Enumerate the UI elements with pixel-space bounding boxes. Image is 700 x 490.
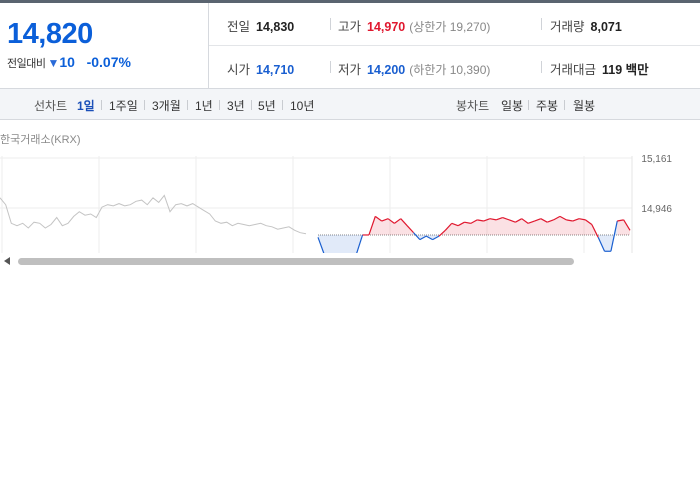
- stat-open: 시가 14,710: [227, 63, 295, 77]
- area-up: [489, 218, 497, 235]
- divider: [219, 100, 220, 110]
- area-down: [337, 234, 344, 255]
- chart-scrollbar[interactable]: [0, 253, 700, 269]
- area-up: [464, 222, 471, 235]
- tab-10-years[interactable]: 10년: [290, 97, 314, 114]
- change-value: 10: [59, 54, 75, 70]
- area-down: [349, 234, 357, 255]
- history-series: [0, 194, 307, 235]
- candle-chart-label: 봉차트: [456, 99, 490, 113]
- tab-3-months[interactable]: 3개월: [152, 97, 181, 114]
- price-box: 14,820 전일대비 ▼10 -0.07%: [0, 3, 209, 88]
- area-up: [579, 218, 586, 235]
- area-down: [343, 234, 350, 255]
- area-up: [617, 219, 624, 235]
- divider: [282, 100, 283, 110]
- stats-row-2: 시가 14,710 저가 14,200 (하한가 10,390) 거래대금 119 백만: [209, 46, 700, 88]
- scrollbar-thumb[interactable]: [18, 258, 574, 265]
- price-chart[interactable]: 15,161 14,946: [0, 120, 700, 270]
- history-line: [0, 194, 307, 235]
- scroll-left-arrow-icon[interactable]: [4, 257, 10, 265]
- current-price: 14,820: [7, 18, 93, 50]
- tab-daily-candle[interactable]: 일봉: [501, 97, 523, 114]
- area-down: [324, 234, 331, 255]
- area-up: [400, 218, 408, 235]
- area-up: [502, 217, 510, 235]
- divider: [144, 100, 145, 110]
- divider: [528, 100, 529, 110]
- divider: [101, 100, 102, 110]
- divider: [251, 100, 252, 110]
- divider: [564, 100, 565, 110]
- tab-1-day[interactable]: 1일: [77, 97, 95, 114]
- divider: [187, 100, 188, 110]
- down-arrow-icon: ▼: [47, 56, 60, 70]
- change-rate: -0.07%: [86, 54, 131, 70]
- y-tick-label: 14,946: [641, 204, 672, 215]
- tab-weekly-candle[interactable]: 주봉: [536, 97, 558, 114]
- y-axis-labels: 15,161 14,946: [641, 154, 672, 215]
- tab-3-years[interactable]: 3년: [227, 97, 245, 114]
- change-info: 전일대비 ▼10 -0.07%: [7, 54, 131, 71]
- area-down: [330, 234, 338, 255]
- tab-1-year[interactable]: 1년: [195, 97, 213, 114]
- tab-monthly-candle[interactable]: 월봉: [573, 97, 595, 114]
- divider: [330, 61, 331, 73]
- y-tick-label: 15,161: [641, 154, 672, 165]
- stat-prev-close: 전일 14,830: [227, 20, 295, 34]
- stats-row-1: 전일 14,830 고가 14,970 (상한가 19,270) 거래량 8,071: [209, 3, 700, 46]
- divider: [541, 61, 542, 73]
- stat-high: 고가 14,970 (상한가 19,270): [338, 20, 491, 34]
- compare-label: 전일대비: [7, 58, 46, 70]
- today-series: [317, 215, 631, 256]
- area-up: [496, 217, 503, 235]
- stat-volume: 거래량 8,071: [550, 20, 622, 34]
- quote-summary-panel: 14,820 전일대비 ▼10 -0.07% 전일 14,830 고가 14,970(…: [0, 3, 700, 89]
- tab-1-week[interactable]: 1주일: [109, 97, 138, 114]
- area-up: [477, 219, 484, 235]
- stat-amount: 거래대금 119 백만: [550, 63, 649, 77]
- divider: [330, 18, 331, 30]
- stat-low: 저가 14,200 (하한가 10,390): [338, 63, 491, 77]
- line-chart-label: 선차트: [34, 99, 68, 113]
- area-down: [604, 234, 611, 252]
- divider: [541, 18, 542, 30]
- tab-5-years[interactable]: 5년: [258, 97, 276, 114]
- area-up: [566, 219, 573, 235]
- chart-tab-bar: 선차트 1일 1주일 3개월 1년 3년 5년 10년 봉차트 일봉 주봉 월봉: [0, 89, 700, 120]
- chart-grid: [0, 156, 633, 253]
